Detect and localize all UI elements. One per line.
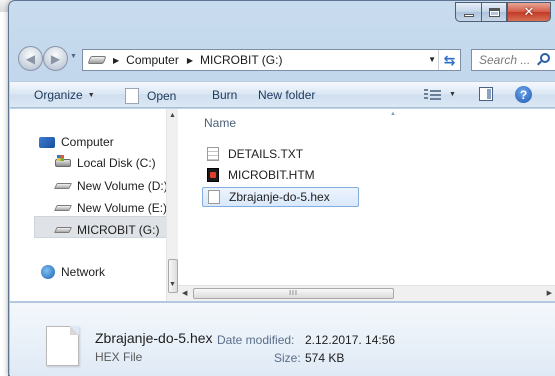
details-modified-value: 2.12.2017. 14:56	[305, 333, 396, 347]
nav-item-computer[interactable]: Computer	[39, 135, 114, 149]
preview-pane-icon[interactable]	[479, 87, 493, 101]
nav-item-label: Local Disk (C:)	[77, 156, 156, 170]
breadcrumb-microbit[interactable]: MICROBIT (G:)	[200, 53, 282, 67]
usb-drive-icon	[54, 227, 72, 233]
computer-icon	[39, 136, 55, 148]
nav-item-label: Network	[61, 265, 106, 279]
network-icon	[41, 265, 55, 279]
file-list-horizontal-scrollbar[interactable]: ◀ III ▶	[178, 285, 555, 301]
text-file-icon	[207, 147, 219, 161]
nav-item-microbit-g[interactable]: MICROBIT (G:)	[54, 223, 160, 237]
sort-ascending-icon: ▲	[390, 111, 396, 117]
burn-label: Burn	[212, 88, 238, 102]
new-folder-label: New folder	[258, 88, 316, 102]
file-name: Zbrajanje-do-5.hex	[229, 190, 330, 204]
nav-item-label: MICROBIT (G:)	[77, 223, 160, 237]
minimize-button[interactable]	[455, 2, 481, 22]
search-box[interactable]: Search ...	[471, 49, 555, 71]
html-file-icon	[207, 168, 219, 182]
selected-file-icon	[46, 326, 79, 366]
scroll-left-icon[interactable]: ◀	[182, 289, 187, 297]
address-bar[interactable]: ▶ Computer ▶ MICROBIT (G:) ▼ ⇆	[82, 49, 461, 71]
new-folder-button[interactable]: New folder	[258, 88, 315, 102]
drive-icon	[54, 205, 72, 211]
scroll-right-icon[interactable]: ▶	[547, 289, 552, 297]
caption-buttons: ✕	[455, 2, 551, 22]
help-icon[interactable]: ?	[515, 86, 532, 103]
close-icon: ✕	[523, 4, 535, 20]
file-name: DETAILS.TXT	[228, 147, 304, 161]
refresh-button[interactable]: ⇆	[438, 50, 460, 70]
navigation-pane: Computer Local Disk (C:) New Volume (D:)…	[10, 109, 178, 301]
nav-item-local-disk-c[interactable]: Local Disk (C:)	[55, 155, 156, 170]
nav-item-label: Computer	[61, 135, 114, 149]
recent-pages-dropdown[interactable]: ▼	[70, 53, 77, 60]
drive-icon	[87, 56, 107, 64]
nav-item-label: New Volume (D:)	[77, 179, 168, 193]
breadcrumb-separator-icon[interactable]: ▶	[113, 56, 119, 65]
details-file-type: HEX File	[95, 350, 143, 364]
open-icon	[125, 88, 139, 104]
explorer-window: ✕ ◀ ▶ ▼ ▶ Computer ▶ MICROBIT (G:) ▼ ⇆ S…	[8, 0, 555, 376]
hex-file-icon	[208, 190, 220, 204]
view-options-dropdown[interactable]: ▼	[449, 91, 456, 98]
search-input[interactable]: Search ...	[479, 53, 530, 67]
close-button[interactable]: ✕	[507, 2, 551, 22]
command-bar: Organize ▼ Open Burn New folder ▼ ?	[10, 81, 555, 108]
nav-item-label: New Volume (E:)	[77, 201, 168, 215]
details-size-value: 574 KB	[305, 351, 345, 365]
horizontal-scroll-thumb[interactable]: III	[193, 288, 394, 299]
details-modified-label: Date modified:	[217, 333, 295, 347]
scroll-down-icon[interactable]: ▼	[169, 281, 176, 288]
address-history-dropdown[interactable]: ▼	[428, 55, 436, 64]
nav-item-new-volume-e[interactable]: New Volume (E:)	[54, 201, 168, 215]
details-file-name: Zbrajanje-do-5.hex	[95, 330, 213, 346]
open-label: Open	[147, 89, 177, 103]
name-column-header[interactable]: Name	[204, 116, 236, 130]
breadcrumb-computer[interactable]: Computer	[126, 53, 179, 67]
file-list: Name ▲ DETAILS.TXT MICROBIT.HTM Zbrajanj…	[179, 109, 555, 301]
navigation-bar: ◀ ▶ ▼ ▶ Computer ▶ MICROBIT (G:) ▼ ⇆ Sea…	[9, 41, 555, 75]
organize-dropdown-icon: ▼	[87, 91, 95, 99]
search-icon[interactable]	[540, 53, 550, 63]
drive-icon	[54, 183, 72, 189]
forward-arrow-icon: ▶	[50, 51, 61, 66]
back-button[interactable]: ◀	[18, 46, 43, 71]
organize-label: Organize	[34, 88, 83, 102]
file-item-zbrajanje-hex[interactable]: Zbrajanje-do-5.hex	[202, 187, 359, 207]
file-item-details-txt[interactable]: DETAILS.TXT	[202, 144, 303, 164]
scroll-up-icon[interactable]: ▲	[169, 112, 176, 119]
maximize-button[interactable]	[481, 2, 507, 22]
local-disk-icon	[55, 155, 71, 167]
open-button[interactable]: Open	[125, 88, 176, 104]
nav-item-network[interactable]: Network	[41, 265, 105, 279]
file-item-microbit-htm[interactable]: MICROBIT.HTM	[202, 165, 315, 185]
breadcrumb-separator-icon[interactable]: ▶	[187, 56, 193, 65]
details-pane: Zbrajanje-do-5.hex HEX File Date modifie…	[10, 302, 555, 376]
burn-button[interactable]: Burn	[212, 88, 237, 102]
nav-item-new-volume-d[interactable]: New Volume (D:)	[54, 179, 168, 193]
nav-pane-scrollbar[interactable]: ▲ ▼	[166, 109, 178, 301]
back-arrow-icon: ◀	[25, 51, 36, 66]
forward-button[interactable]: ▶	[43, 46, 68, 71]
file-name: MICROBIT.HTM	[228, 168, 315, 182]
details-size-label: Size:	[274, 351, 301, 365]
change-view-icon[interactable]	[424, 88, 444, 102]
refresh-icon: ⇆	[443, 51, 456, 68]
organize-menu[interactable]: Organize ▼	[34, 88, 95, 102]
maximize-icon	[488, 7, 500, 17]
content-area: Computer Local Disk (C:) New Volume (D:)…	[10, 109, 555, 301]
minimize-icon	[463, 13, 474, 17]
